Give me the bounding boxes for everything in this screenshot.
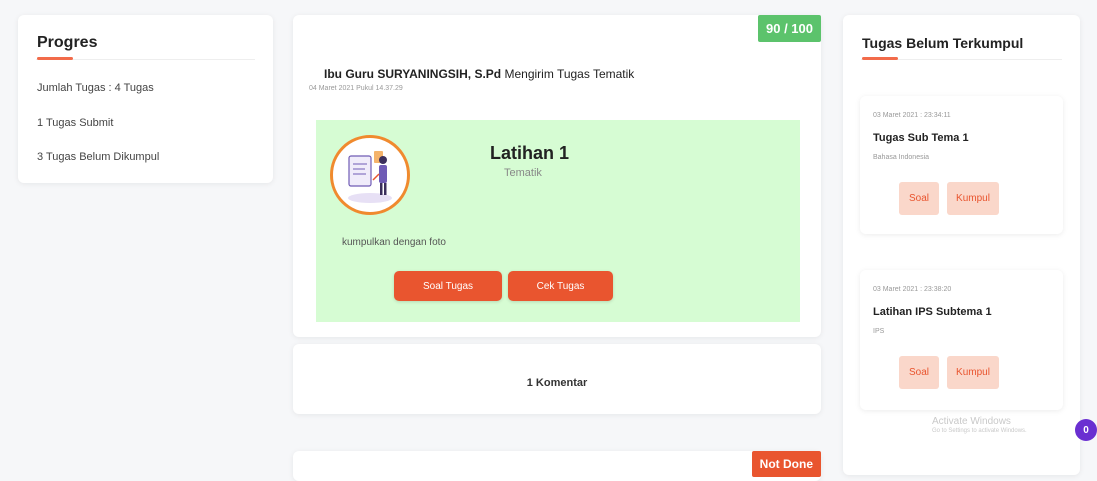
task-box: Latihan 1 Tematik kumpulkan dengan foto … — [316, 120, 800, 322]
comment-count[interactable]: 1 Komentar — [293, 377, 821, 389]
task-subject: Bahasa Indonesia — [873, 154, 930, 161]
progress-card: Progres Jumlah Tugas : 4 Tugas 1 Tugas S… — [18, 15, 273, 183]
title-underline — [862, 57, 898, 60]
task-date: 03 Maret 2021 : 23:34:11 — [873, 112, 951, 119]
task-name: Latihan IPS Subtema 1 — [873, 306, 992, 318]
activate-windows-watermark: Activate Windows Go to Settings to activ… — [932, 416, 1027, 435]
task-subject: Tematik — [504, 167, 542, 179]
sender-name: Ibu Guru SURYANINGSIH, S.Pd — [324, 67, 502, 81]
comment-card[interactable]: 1 Komentar — [293, 344, 821, 414]
pending-task-item: 03 Maret 2021 : 23:38:20 Latihan IPS Sub… — [860, 270, 1063, 410]
check-task-button[interactable]: Cek Tugas — [508, 271, 613, 301]
task-card: 90 / 100 Ibu Guru SURYANINGSIH, S.Pd Men… — [293, 15, 821, 337]
view-task-button[interactable]: Soal Tugas — [394, 271, 502, 301]
task-note: kumpulkan dengan foto — [342, 237, 446, 248]
soal-button[interactable]: Soal — [899, 356, 939, 389]
kumpul-button[interactable]: Kumpul — [947, 356, 999, 389]
title-underline — [37, 57, 73, 60]
task-subject: IPS — [873, 328, 885, 335]
next-task-card: Not Done — [293, 451, 821, 481]
sender-line: Ibu Guru SURYANINGSIH, S.Pd Mengirim Tug… — [324, 67, 634, 81]
submitted-stat: 1 Tugas Submit — [37, 117, 114, 129]
kumpul-button[interactable]: Kumpul — [947, 182, 999, 215]
watermark-title: Activate Windows — [932, 416, 1011, 427]
task-name: Tugas Sub Tema 1 — [873, 132, 969, 144]
task-name: Latihan 1 — [490, 143, 570, 163]
pending-stat: 3 Tugas Belum Dikumpul — [37, 151, 160, 163]
score-badge: 90 / 100 — [758, 15, 821, 42]
total-tasks-stat: Jumlah Tugas : 4 Tugas — [37, 82, 154, 94]
pending-title: Tugas Belum Terkumpul — [862, 35, 1024, 51]
sender-action: Mengirim Tugas Tematik — [504, 67, 635, 81]
sent-time: 04 Maret 2021 Pukul 14.37.29 — [309, 85, 403, 92]
watermark-subtitle: Go to Settings to activate Windows. — [932, 428, 1027, 434]
status-badge: Not Done — [751, 451, 821, 477]
notification-badge[interactable]: 0 — [1075, 419, 1097, 441]
pending-task-item: 03 Maret 2021 : 23:34:11 Tugas Sub Tema … — [860, 96, 1063, 234]
task-date: 03 Maret 2021 : 23:38:20 — [873, 286, 952, 293]
task-illustration-icon — [330, 135, 410, 215]
soal-button[interactable]: Soal — [899, 182, 939, 215]
pending-tasks-panel: Tugas Belum Terkumpul 03 Maret 2021 : 23… — [843, 15, 1080, 475]
progress-title: Progres — [37, 34, 98, 51]
